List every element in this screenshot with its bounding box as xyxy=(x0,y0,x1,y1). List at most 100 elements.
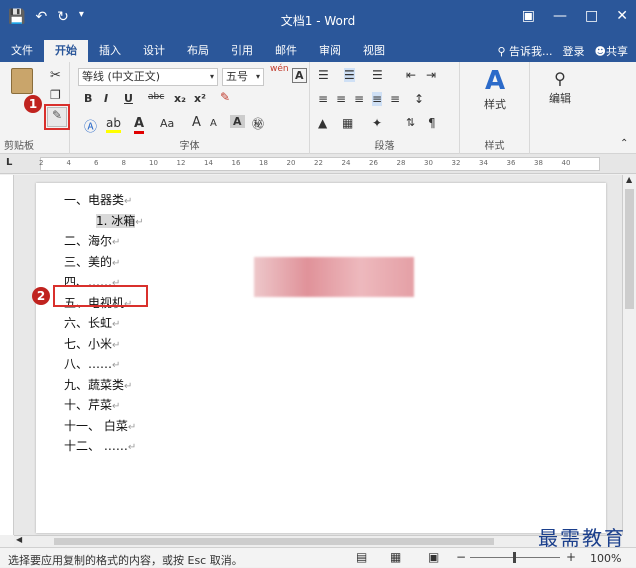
phonetic-guide-button[interactable]: wén xyxy=(270,64,289,74)
justify-icon[interactable]: ≡ xyxy=(372,92,383,106)
styles-button[interactable]: A 样式 xyxy=(472,66,518,112)
ribbon-display-icon[interactable]: ▣ xyxy=(522,8,535,24)
blurred-image xyxy=(254,257,414,297)
maximize-icon[interactable]: □ xyxy=(585,8,598,24)
tab-review[interactable]: 审阅 xyxy=(308,40,352,62)
bullets-icon[interactable]: ☰ xyxy=(318,68,329,82)
print-layout-icon[interactable]: ▦ xyxy=(390,550,401,564)
lightbulb-icon: ⚲ xyxy=(497,45,506,58)
document-line[interactable]: 六、长虹↵ xyxy=(64,314,120,331)
multilevel-list-icon[interactable]: ☰ xyxy=(372,68,383,82)
vertical-scrollbar[interactable]: ▲ xyxy=(622,175,636,535)
line-text: 十二、 …… xyxy=(64,439,128,453)
zoom-in-icon[interactable]: + xyxy=(566,550,576,564)
tab-view[interactable]: 视图 xyxy=(352,40,396,62)
clear-formatting-icon[interactable]: ✎ xyxy=(220,90,230,104)
line-text: 三、美的 xyxy=(64,254,113,269)
document-line[interactable]: 1. 冰箱↵ xyxy=(96,212,144,229)
window-controls: ▣ — □ ✕ xyxy=(522,8,628,24)
subscript-button[interactable]: x₂ xyxy=(174,92,186,105)
superscript-button[interactable]: x² xyxy=(194,92,206,105)
tell-me-search[interactable]: ⚲ 告诉我... xyxy=(497,43,552,59)
paragraph-mark-icon: ↵ xyxy=(135,216,144,228)
scroll-up-icon[interactable]: ▲ xyxy=(626,175,632,184)
horizontal-scrollbar[interactable]: ◀ xyxy=(14,535,622,547)
increase-indent-icon[interactable]: ⇥ xyxy=(426,68,436,82)
ruler-scale[interactable]: 2 4 6 8 10 12 14 16 18 20 22 24 26 28 30 32 34 36 38 40 xyxy=(39,157,600,171)
document-line[interactable]: 九、蔬菜类↵ xyxy=(64,376,132,393)
scroll-left-icon[interactable]: ◀ xyxy=(16,535,22,544)
highlight-color-button[interactable]: ab xyxy=(106,116,121,133)
zoom-out-icon[interactable]: − xyxy=(456,550,466,564)
borders-icon[interactable]: ▦ xyxy=(342,116,353,130)
tab-file[interactable]: 文件 xyxy=(0,40,44,62)
share-button[interactable]: ☻共享 xyxy=(595,43,628,59)
bold-button[interactable]: B xyxy=(84,92,92,105)
character-shading-button[interactable]: A xyxy=(230,115,245,128)
tab-home[interactable]: 开始 xyxy=(44,40,88,62)
scroll-thumb[interactable] xyxy=(54,538,494,545)
align-center-icon[interactable]: ≡ xyxy=(336,92,346,106)
line-spacing-icon[interactable]: ↕ xyxy=(414,92,424,106)
person-icon: ☻ xyxy=(594,45,606,58)
strikethrough-button[interactable]: abc xyxy=(148,92,164,102)
align-left-icon[interactable]: ≡ xyxy=(318,92,328,106)
read-mode-icon[interactable]: ▤ xyxy=(356,550,367,564)
tab-mailings[interactable]: 邮件 xyxy=(264,40,308,62)
asian-layout-icon[interactable]: ✦ xyxy=(372,116,382,130)
underline-button[interactable]: U xyxy=(124,92,133,105)
document-line[interactable]: 十、芹菜↵ xyxy=(64,396,120,413)
ribbon: ✂ ❐ ✎ 剪贴板 等线 (中文正文) ▾ 五号 ▾ wén A B I U a… xyxy=(0,62,636,154)
document-line[interactable]: 七、小米↵ xyxy=(64,335,120,352)
font-size-select[interactable]: 五号 ▾ xyxy=(222,68,264,86)
editing-button[interactable]: ⚲ 编辑 xyxy=(540,68,580,106)
italic-button[interactable]: I xyxy=(104,92,108,105)
numbering-icon[interactable]: ☰ xyxy=(344,68,355,82)
document-line[interactable]: 十一、 白菜↵ xyxy=(64,417,136,434)
scroll-thumb[interactable] xyxy=(625,189,634,309)
collapse-ribbon-icon[interactable]: ⌃ xyxy=(620,138,628,149)
shading-icon[interactable]: ▲ xyxy=(318,116,327,130)
tab-references[interactable]: 引用 xyxy=(220,40,264,62)
document-canvas: 一、电器类↵ 1. 冰箱↵ 二、海尔↵ 三、美的↵ 四、……↵ 五、电视机↵ 六、长虹↵ 七、… xyxy=(14,175,622,535)
document-line[interactable]: 二、海尔↵ xyxy=(64,232,120,249)
tab-layout[interactable]: 布局 xyxy=(176,40,220,62)
ribbon-tabs: 文件 开始 插入 设计 布局 引用 邮件 审阅 视图 ⚲ 告诉我... 登录 ☻… xyxy=(0,40,636,62)
show-marks-icon[interactable]: ¶ xyxy=(428,116,436,130)
align-right-icon[interactable]: ≡ xyxy=(354,92,364,106)
paragraph-mark-icon: ↵ xyxy=(112,401,121,412)
highlight-box-2 xyxy=(53,285,148,307)
font-name-select[interactable]: 等线 (中文正文) ▾ xyxy=(78,68,218,86)
change-case-button[interactable]: Aa xyxy=(160,117,174,130)
enclose-characters-button[interactable]: ㊙ xyxy=(252,115,264,132)
decrease-indent-icon[interactable]: ⇤ xyxy=(406,68,416,82)
document-line[interactable]: 十二、 ……↵ xyxy=(64,437,136,454)
close-icon[interactable]: ✕ xyxy=(616,8,628,24)
zoom-slider-thumb[interactable] xyxy=(513,552,516,563)
zoom-level[interactable]: 100% xyxy=(590,552,621,565)
copy-icon[interactable]: ❐ xyxy=(50,88,61,102)
login-link[interactable]: 登录 xyxy=(563,43,585,59)
document-line[interactable]: 三、美的↵ xyxy=(64,253,120,270)
zoom-slider[interactable] xyxy=(470,552,560,563)
minimize-icon[interactable]: — xyxy=(553,8,567,24)
font-color-button[interactable]: A xyxy=(134,116,145,134)
character-border-button[interactable]: A xyxy=(292,68,307,83)
document-page[interactable]: 一、电器类↵ 1. 冰箱↵ 二、海尔↵ 三、美的↵ 四、……↵ 五、电视机↵ 六、长虹↵ 七、… xyxy=(36,183,606,533)
web-layout-icon[interactable]: ▣ xyxy=(428,550,439,564)
distributed-icon[interactable]: ≡ xyxy=(390,92,400,106)
chevron-down-icon: ▾ xyxy=(209,72,214,81)
text-effects-button[interactable]: Ⓐ xyxy=(84,116,97,135)
cut-icon[interactable]: ✂ xyxy=(50,68,61,83)
shrink-font-button[interactable]: A xyxy=(210,118,217,129)
document-line[interactable]: 八、……↵ xyxy=(64,355,120,372)
tab-design[interactable]: 设计 xyxy=(132,40,176,62)
tab-selector-icon[interactable]: L xyxy=(6,157,12,168)
document-line[interactable]: 一、电器类↵ xyxy=(64,191,132,208)
styles-icon: A xyxy=(484,66,506,96)
grow-font-button[interactable]: A xyxy=(192,115,201,130)
ruler-number: 10 xyxy=(149,159,158,167)
tab-insert[interactable]: 插入 xyxy=(88,40,132,62)
sort-icon[interactable]: ⇅ xyxy=(406,116,415,129)
status-bar: 选择要应用复制的格式的内容，或按 Esc 取消。 ▤ ▦ ▣ − + 100% xyxy=(0,547,636,567)
